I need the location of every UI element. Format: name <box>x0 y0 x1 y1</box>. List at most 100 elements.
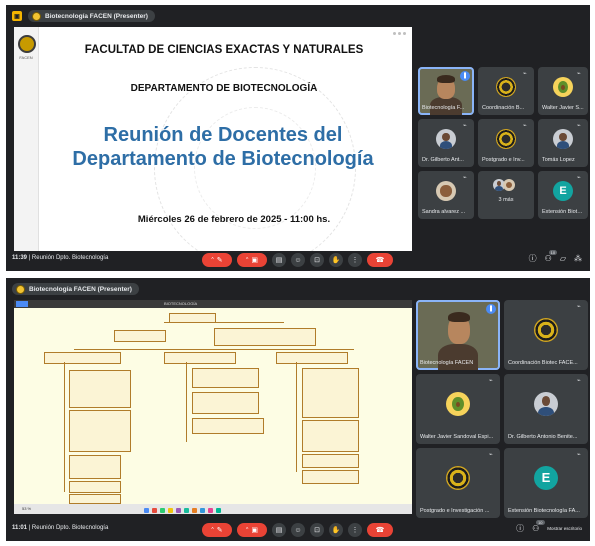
end-call-button[interactable]: ☎ <box>367 523 393 537</box>
info-icon[interactable]: ⓘ <box>516 523 524 534</box>
people-button[interactable]: 10 ⚇ <box>544 250 558 263</box>
meeting-info: 11:01 | Reunión Dpto. Biotecnología <box>12 525 108 531</box>
taskbar-icon[interactable] <box>216 508 221 513</box>
info-icon[interactable]: ⓘ <box>529 253 537 264</box>
camera-person-hair <box>437 75 455 83</box>
more-count: 3 más <box>498 197 514 203</box>
chevron-up-icon: ^ <box>246 257 249 263</box>
captions-button[interactable]: ▤ <box>272 523 286 537</box>
people-count: 10 <box>536 520 545 525</box>
zoom-level[interactable]: 53 % <box>22 506 31 511</box>
seal-avatar <box>446 466 470 490</box>
taskbar-icon[interactable] <box>208 508 213 513</box>
slide-title: Reunión de Docentes del Departamento de … <box>72 124 374 170</box>
people-icon: ⚇ <box>544 254 552 263</box>
mindmap-connector <box>296 362 297 472</box>
more-options-button[interactable]: ⋮ <box>348 523 362 537</box>
participant-name: Dr. Gilberto Ant... <box>422 157 464 163</box>
taskbar-icon[interactable] <box>192 508 197 513</box>
camera-toggle-button[interactable]: ^ ▣ <box>237 523 267 537</box>
seal-avatar <box>534 318 558 342</box>
mindmap-node <box>69 370 131 408</box>
participant-name: Extensión Biotecnología FA... <box>508 508 580 514</box>
top-bar: ▣ Biotecnología FACEN (Presenter) <box>12 9 155 23</box>
mindmap-node <box>169 313 216 323</box>
people-button[interactable]: 10 ⚇ <box>532 520 545 533</box>
participant-name: Postgrado e Investigación ... <box>420 508 490 514</box>
avocado-avatar <box>446 392 470 416</box>
participant-tile[interactable]: ⌁ Sandra alvarez ... <box>418 171 474 219</box>
participant-tile[interactable]: ❚ Biotecnología F... <box>418 67 474 115</box>
presenter-chip[interactable]: Biotecnología FACEN (Presenter) <box>28 10 155 22</box>
participant-tile[interactable]: ⌁ Dr. Gilberto Antonio Benite... <box>504 374 588 444</box>
participant-tile[interactable]: ❚ Biotecnología FACEN <box>416 300 500 370</box>
meeting-time: 11:39 <box>12 255 28 261</box>
letter-avatar: E <box>553 181 573 201</box>
mic-off-icon: ⌁ <box>489 378 493 384</box>
mic-toggle-button[interactable]: ^ ✎ <box>202 253 232 267</box>
taskbar-icon[interactable] <box>144 508 149 513</box>
participant-name: Tomás Lopez <box>542 157 575 163</box>
meet-window-bottom: Biotecnología FACEN (Presenter) BIOTECNO… <box>6 278 590 541</box>
chat-icon[interactable]: ▱ <box>560 254 566 263</box>
present-icon: ⊡ <box>314 527 320 534</box>
taskbar-icon[interactable] <box>176 508 181 513</box>
more-options-button[interactable]: ⋮ <box>348 253 362 267</box>
emoji-button[interactable]: ☺ <box>291 253 305 267</box>
mindmap-node <box>69 455 121 479</box>
slide-side-bar <box>14 27 39 251</box>
dog-avatar <box>503 179 515 191</box>
participant-tile[interactable]: ⌁ Coordinación B... <box>478 67 534 115</box>
raise-hand-button[interactable]: ✋ <box>329 253 343 267</box>
emoji-button[interactable]: ☺ <box>291 523 305 537</box>
end-call-button[interactable]: ☎ <box>367 253 393 267</box>
mindmap-screen: BIOTECNOLOGÍA 53 % <box>14 300 412 514</box>
chevron-up-icon: ^ <box>246 527 249 533</box>
presenter-chip[interactable]: Biotecnología FACEN (Presenter) <box>12 283 139 295</box>
raise-hand-icon: ✋ <box>331 257 341 264</box>
participant-tile[interactable]: ⌁ Walter Javier S... <box>538 67 588 115</box>
participant-tile[interactable]: E ⌁ Extensión Biotecnología FA... <box>504 448 588 518</box>
mic-off-icon: ⌁ <box>463 175 467 181</box>
present-button[interactable]: ⊡ <box>310 253 324 267</box>
taskbar-icon[interactable] <box>184 508 189 513</box>
letter-avatar: E <box>534 466 558 490</box>
participant-tile[interactable]: ⌁ Dr. Gilberto Ant... <box>418 119 474 167</box>
taskbar-icon[interactable] <box>200 508 205 513</box>
mindmap-tab: BIOTECNOLOGÍA <box>164 301 198 306</box>
mindmap-node <box>192 368 259 388</box>
participant-name: Biotecnología FACEN <box>420 360 474 366</box>
participant-tile[interactable]: E ⌁ Extensión Biote... <box>538 171 588 219</box>
participant-tile[interactable]: ⌁ Postgrado e Inv... <box>478 119 534 167</box>
raise-hand-button[interactable]: ✋ <box>329 523 343 537</box>
facen-seal-icon <box>16 284 25 294</box>
mindmap-node <box>69 410 131 452</box>
raise-hand-icon: ✋ <box>331 527 341 534</box>
participant-name: Coordinación Biotec FACE... <box>508 360 578 366</box>
present-button[interactable]: ⊡ <box>310 523 324 537</box>
taskbar-icon[interactable] <box>160 508 165 513</box>
mindmap-node <box>302 420 359 452</box>
speaking-icon: ❚ <box>486 304 496 314</box>
more-participants-tile[interactable]: 3 más <box>478 171 534 219</box>
captions-button[interactable]: ▤ <box>272 253 286 267</box>
participant-name: Biotecnología F... <box>422 105 465 111</box>
present-icon: ⊡ <box>314 257 320 264</box>
mindmap-toolbar: BIOTECNOLOGÍA <box>14 300 412 308</box>
separator: | <box>28 255 31 261</box>
participant-tile[interactable]: ⌁ Walter Javier Sandoval Espi... <box>416 374 500 444</box>
mic-toggle-button[interactable]: ^ ✎ <box>202 523 232 537</box>
taskbar-icon[interactable] <box>168 508 173 513</box>
mindmap-node <box>164 352 236 364</box>
participant-tile[interactable]: ⌁ Postgrado e Investigación ... <box>416 448 500 518</box>
participant-tile[interactable]: ⌁ Tomás Lopez <box>538 119 588 167</box>
camera-toggle-button[interactable]: ^ ▣ <box>237 253 267 267</box>
camera-off-icon: ▣ <box>251 527 258 534</box>
show-desktop-button[interactable]: Mostrar escritorio <box>547 526 582 531</box>
participant-name: Postgrado e Inv... <box>482 157 525 163</box>
participant-tile[interactable]: ⌁ Coordinación Biotec FACE... <box>504 300 588 370</box>
call-controls: ^ ✎ ^ ▣ ▤ ☺ ⊡ ✋ ⋮ ☎ <box>202 523 393 537</box>
mindmap-node <box>114 330 166 342</box>
taskbar-icon[interactable] <box>152 508 157 513</box>
activities-icon[interactable]: ⁂ <box>574 254 582 263</box>
